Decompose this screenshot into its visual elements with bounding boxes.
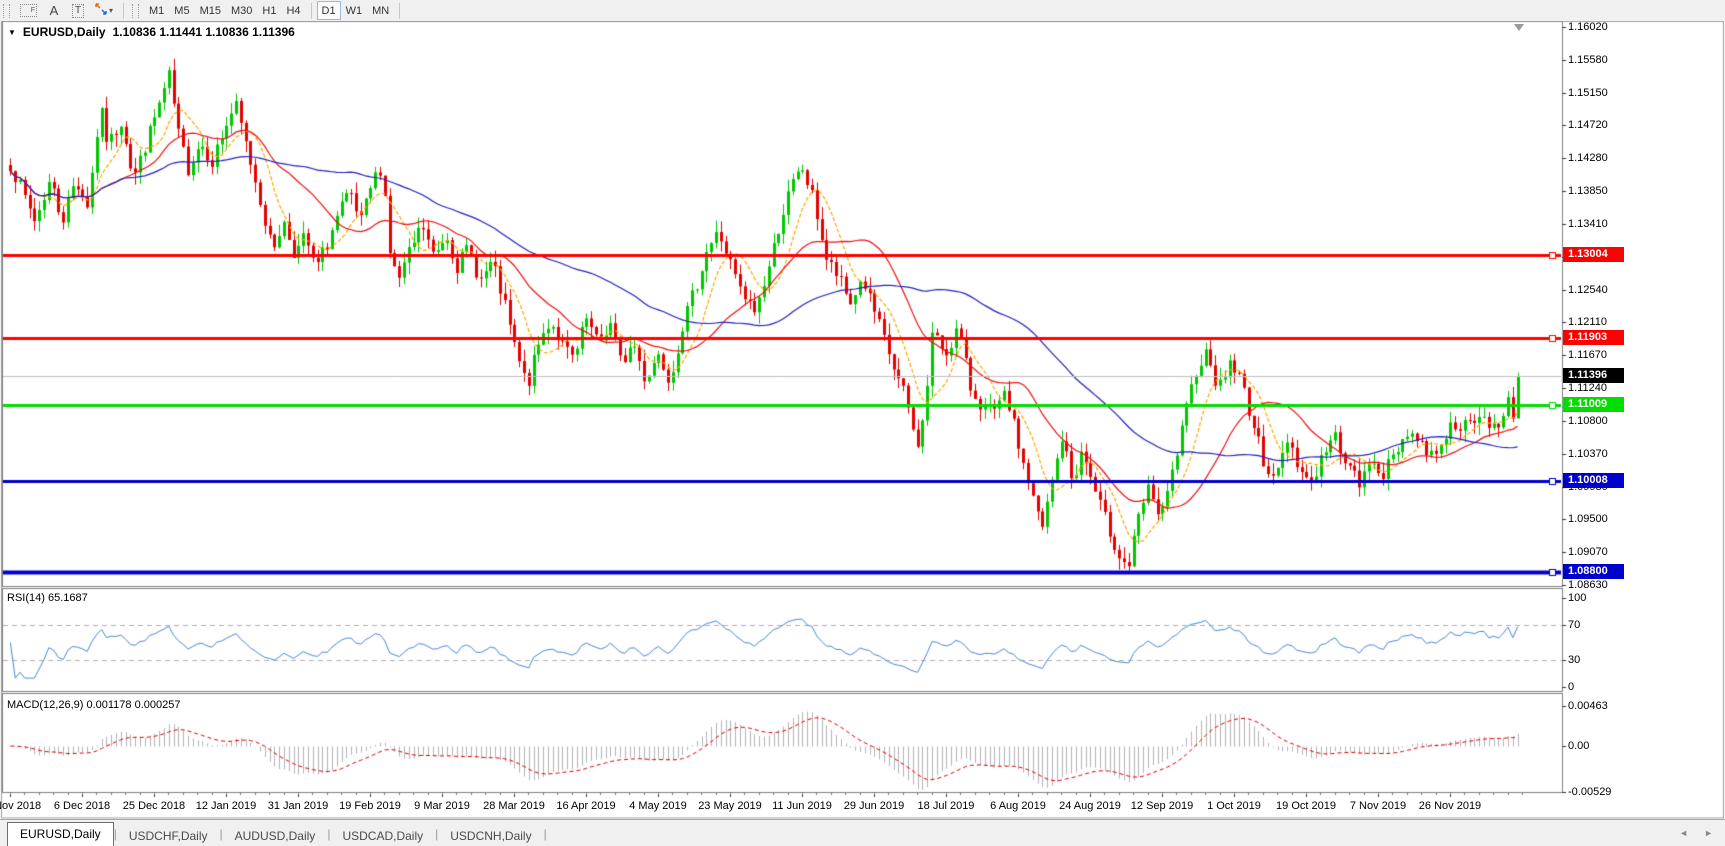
chart-symbol-period: EURUSD,Daily — [23, 25, 106, 39]
rsi-tick-label: 70 — [1568, 619, 1630, 632]
tabs-scroll-right-icon[interactable]: ► — [1704, 828, 1713, 838]
price-tick-label: 1.09070 — [1568, 546, 1630, 559]
cursor-style-button[interactable]: ▾ — [90, 1, 118, 20]
price-chart-canvas[interactable] — [0, 0, 1725, 846]
tab-scroll-controls: ◄ ► — [1679, 828, 1713, 838]
price-tick-label: 1.08630 — [1568, 579, 1630, 592]
chart-shift-marker-icon[interactable] — [1514, 24, 1524, 31]
rsi-indicator-label: RSI(14) 65.1687 — [7, 592, 88, 604]
price-tick-label: 1.15150 — [1568, 87, 1630, 100]
timeframe-button-m30[interactable]: M30 — [226, 1, 257, 20]
price-tick-label: 1.10370 — [1568, 448, 1630, 461]
toolbar-grip[interactable] — [132, 4, 139, 18]
tab-usdchf-daily[interactable]: USDCHF,Daily — [117, 826, 220, 846]
timeframe-button-mn[interactable]: MN — [367, 1, 394, 20]
current-price-label: 1.11396 — [1563, 368, 1624, 383]
price-tick-label: 1.09500 — [1568, 513, 1630, 526]
timeframe-button-m15[interactable]: M15 — [195, 1, 226, 20]
hline-price-label[interactable]: 1.08800 — [1563, 564, 1624, 579]
timeframe-button-w1[interactable]: W1 — [341, 1, 368, 20]
font-button[interactable]: A — [42, 1, 66, 20]
macd-indicator-label: MACD(12,26,9) 0.001178 0.000257 — [7, 699, 180, 711]
price-tick-label: 1.14720 — [1568, 119, 1630, 132]
text-label-icon: T — [72, 4, 84, 18]
hline-price-label[interactable]: 1.11903 — [1563, 330, 1624, 345]
macd-tick-label: 0.00463 — [1568, 700, 1630, 713]
date-tick-label: 26 Nov 2019 — [1406, 800, 1494, 812]
price-tick-label: 1.16020 — [1568, 21, 1630, 34]
chart-template-button[interactable]: F — [15, 1, 42, 20]
tab-separator: | — [544, 827, 547, 841]
hline-price-label[interactable]: 1.10008 — [1563, 473, 1624, 488]
toolbar-grip[interactable] — [3, 4, 10, 18]
timeframe-button-d1[interactable]: D1 — [317, 1, 341, 20]
price-tick-label: 1.11670 — [1568, 349, 1630, 362]
chevron-down-icon: ▾ — [109, 6, 113, 15]
rsi-tick-label: 100 — [1568, 592, 1630, 605]
chart-template-icon: F — [20, 4, 37, 17]
chart-title: ▼ EURUSD,Daily 1.10836 1.11441 1.10836 1… — [8, 25, 295, 39]
font-icon: A — [50, 3, 59, 18]
timeframe-button-m5[interactable]: M5 — [169, 1, 194, 20]
price-tick-label: 1.11240 — [1568, 382, 1630, 395]
chart-ohlc-quote: 1.10836 1.11441 1.10836 1.11396 — [113, 25, 295, 39]
tab-usdcad-daily[interactable]: USDCAD,Daily — [330, 826, 435, 846]
macd-tick-label: 0.00 — [1568, 740, 1630, 753]
tab-audusd-daily[interactable]: AUDUSD,Daily — [223, 826, 328, 846]
price-tick-label: 1.13850 — [1568, 185, 1630, 198]
rsi-tick-label: 30 — [1568, 654, 1630, 667]
macd-tick-label: -0.00529 — [1568, 786, 1630, 799]
toolbar: F A T ▾ M1M5M15M30H1H4 D1W1MN — [0, 0, 1725, 21]
timeframe-button-h1[interactable]: H1 — [257, 1, 281, 20]
chart-menu-icon[interactable]: ▼ — [8, 28, 16, 37]
timeframe-button-m1[interactable]: M1 — [144, 1, 169, 20]
hline-price-label[interactable]: 1.13004 — [1563, 247, 1624, 262]
cursor-style-icon — [95, 3, 107, 18]
mt4-chart-window: F A T ▾ M1M5M15M30H1H4 D1W1MN ▼ EURUSD,Da… — [0, 0, 1725, 846]
tab-usdcnh-daily[interactable]: USDCNH,Daily — [438, 826, 543, 846]
tabs-scroll-left-icon[interactable]: ◄ — [1679, 828, 1688, 838]
price-tick-label: 1.14280 — [1568, 152, 1630, 165]
toolbar-separator — [399, 3, 400, 19]
toolbar-separator — [123, 3, 124, 19]
text-label-button[interactable]: T — [66, 1, 90, 20]
price-tick-label: 1.13410 — [1568, 218, 1630, 231]
price-tick-label: 1.15580 — [1568, 54, 1630, 67]
price-tick-label: 1.12540 — [1568, 284, 1630, 297]
tab-eurusd-daily[interactable]: EURUSD,Daily — [7, 822, 114, 846]
price-tick-label: 1.10800 — [1568, 415, 1630, 428]
chart-tab-bar: EURUSD,Daily|USDCHF,Daily|AUDUSD,Daily|U… — [0, 819, 1725, 846]
hline-price-label[interactable]: 1.11009 — [1563, 397, 1624, 412]
rsi-tick-label: 0 — [1568, 681, 1630, 694]
timeframe-button-group: M1M5M15M30H1H4 D1W1MN — [144, 1, 394, 20]
price-tick-label: 1.12110 — [1568, 316, 1630, 329]
toolbar-separator — [311, 3, 312, 19]
timeframe-button-h4[interactable]: H4 — [281, 1, 305, 20]
